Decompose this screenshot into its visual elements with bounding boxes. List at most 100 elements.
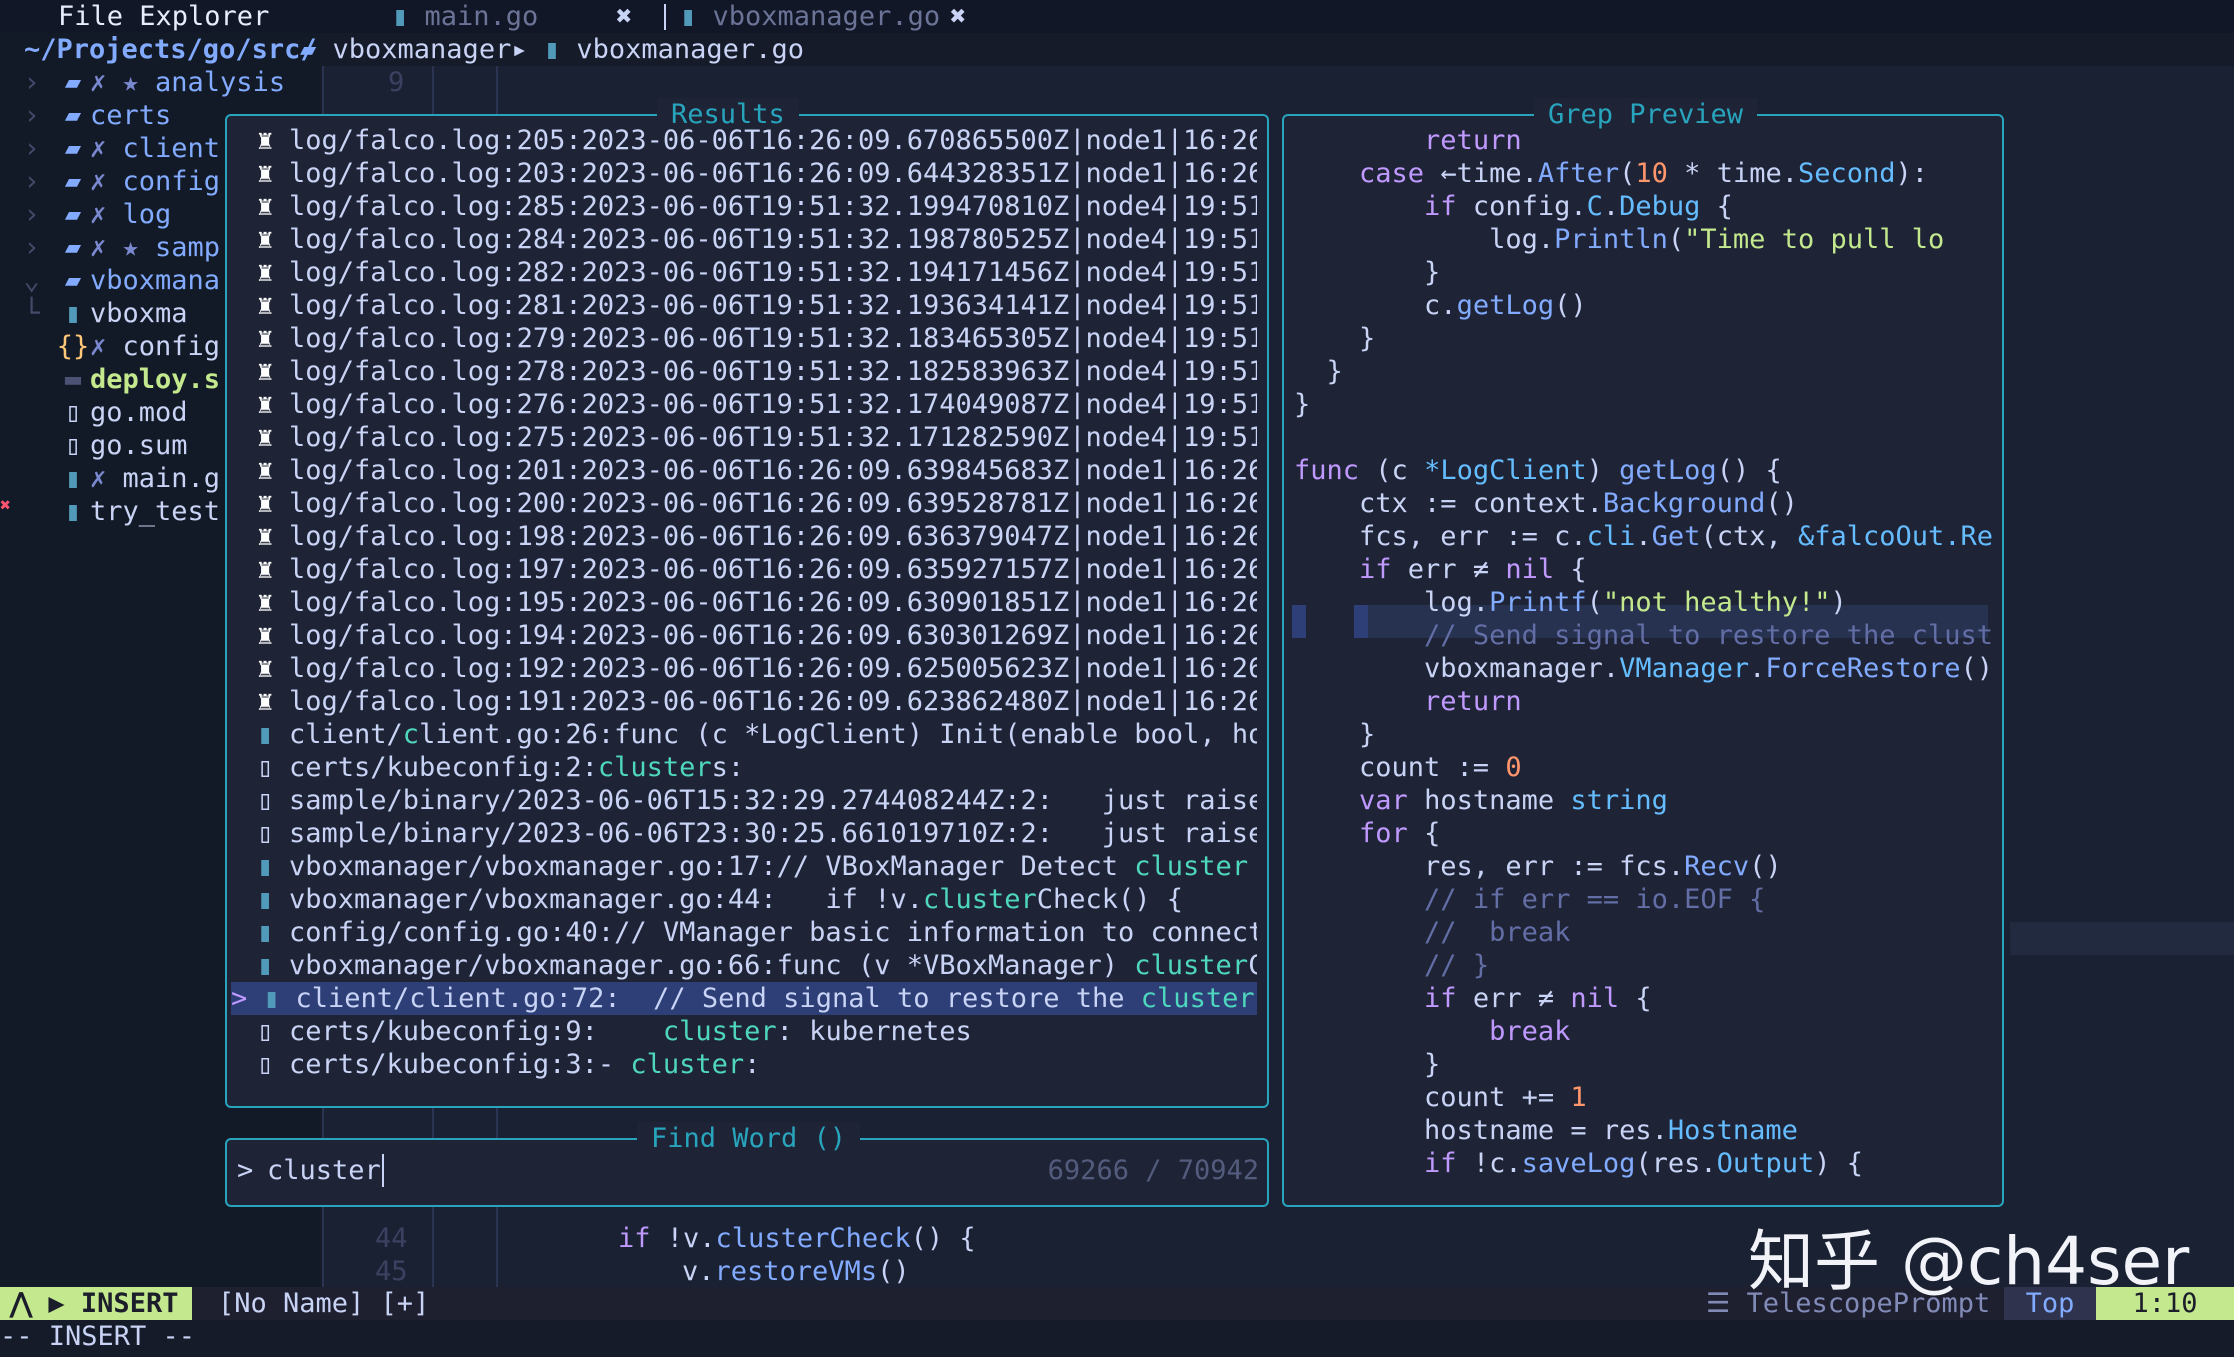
- result-text: log/falco.log:194:2023-06-06T16:26:09.63…: [289, 620, 1257, 651]
- code-token: {: [1700, 191, 1733, 222]
- result-row[interactable]: ♜ log/falco.log:203:2023-06-06T16:26:09.6…: [257, 157, 1257, 190]
- chevron-icon: ›: [23, 133, 56, 164]
- result-text: log/falco.log:201:2023-06-06T16:26:09.63…: [289, 455, 1257, 486]
- code-token: Recv: [1684, 851, 1750, 882]
- tree-item[interactable]: {}✗ config: [0, 330, 220, 363]
- result-row[interactable]: ▯ certs/kubeconfig:9: cluster: kubernetes: [257, 1015, 1257, 1048]
- code-token: (): [1749, 851, 1782, 882]
- result-match: cluster: [1134, 950, 1249, 981]
- tree-item[interactable]: ▯ go.mod: [0, 396, 188, 429]
- result-row[interactable]: ▮ client/client.go:26:func (c *LogClient)…: [257, 718, 1257, 751]
- git-status-mark: ✗ ★: [90, 232, 156, 263]
- result-row[interactable]: ♜ log/falco.log:198:2023-06-06T16:26:09.6…: [257, 520, 1257, 553]
- tree-item[interactable]: › ▰ certs: [0, 99, 171, 132]
- result-row[interactable]: ♜ log/falco.log:191:2023-06-06T16:26:09.6…: [257, 685, 1257, 718]
- result-row[interactable]: ▮ vboxmanager/vboxmanager.go:44: if !v.cl…: [257, 883, 1257, 916]
- preview-code-line: case ←time.After(10 * time.Second):: [1294, 157, 1994, 190]
- breadcrumb-folder[interactable]: vboxmanager: [333, 34, 512, 65]
- result-row[interactable]: ♜ log/falco.log:200:2023-06-06T16:26:09.6…: [257, 487, 1257, 520]
- tree-item[interactable]: ▯ go.sum: [0, 429, 188, 462]
- log-icon: ♜: [257, 554, 274, 585]
- tree-item-label: config: [122, 331, 221, 362]
- tree-item[interactable]: └ ▮ vboxma: [0, 297, 187, 330]
- preview-code-line: vboxmanager.VManager.ForceRestore(): [1294, 652, 1994, 685]
- result-row[interactable]: ▮ vboxmanager/vboxmanager.go:17:// VBoxMa…: [257, 850, 1257, 883]
- result-row[interactable]: ▮ config/config.go:40:// VManager basic i…: [257, 916, 1257, 949]
- tree-item[interactable]: › ▰ ✗ config: [0, 165, 220, 198]
- chevron-icon: ›: [23, 232, 56, 263]
- folder-icon: ▰: [64, 199, 82, 230]
- tree-item[interactable]: › ▰ ✗ log: [0, 198, 171, 231]
- code-token: Background: [1602, 488, 1766, 519]
- result-row[interactable]: ▯ certs/kubeconfig:3:- cluster:: [257, 1048, 1257, 1081]
- code-token: nil: [1505, 554, 1555, 585]
- file-icon: ▯: [64, 430, 82, 461]
- code-token: cli: [1586, 521, 1636, 552]
- search-input[interactable]: cluster: [267, 1154, 384, 1187]
- file-icon: ▯: [64, 397, 82, 428]
- code-token: Printf: [1489, 587, 1587, 618]
- result-row[interactable]: > ▮ client/client.go:72: // Send signal t…: [231, 982, 1257, 1015]
- result-text: C: [1248, 950, 1257, 981]
- result-row[interactable]: ♜ log/falco.log:195:2023-06-06T16:26:09.6…: [257, 586, 1257, 619]
- result-row[interactable]: ♜ log/falco.log:197:2023-06-06T16:26:09.6…: [257, 553, 1257, 586]
- result-row[interactable]: ▮ vboxmanager/vboxmanager.go:66:func (v *…: [257, 949, 1257, 982]
- result-row[interactable]: ♜ log/falco.log:275:2023-06-06T19:51:32.1…: [257, 421, 1257, 454]
- result-text: sample/binary/2023-06-06T15:32:29.274408…: [289, 785, 1257, 816]
- tab-vboxmanager-go[interactable]: ▮ vboxmanager.go: [680, 0, 940, 33]
- code-token: !v.: [650, 1223, 716, 1254]
- preview-code-line: var hostname string: [1294, 784, 1994, 817]
- tree-item[interactable]: ▮ ✗ main.g: [0, 462, 220, 495]
- result-row[interactable]: ▯ sample/binary/2023-06-06T15:32:29.27440…: [257, 784, 1257, 817]
- result-text: client/client.go:72: // Send signal to r…: [295, 983, 1141, 1014]
- tree-item[interactable]: ▮ try_test: [0, 495, 220, 528]
- result-text: config/config.go:40:// VManager basic in…: [289, 917, 1257, 948]
- preview-code-line: // Send signal to restore the cluste: [1294, 619, 1994, 652]
- chevron-icon: [0, 429, 56, 462]
- log-icon: ♜: [257, 323, 274, 354]
- chevron-icon: [0, 462, 56, 495]
- tab-close-button[interactable]: ✖: [616, 0, 632, 33]
- result-row[interactable]: ♜ log/falco.log:281:2023-06-06T19:51:32.1…: [257, 289, 1257, 322]
- breadcrumb-separator: ▸: [511, 34, 528, 65]
- preview-code-line: }: [1294, 1048, 1994, 1081]
- tree-item[interactable]: › ▰ ✗ client: [0, 132, 220, 165]
- code-token: (): [1554, 290, 1587, 321]
- result-text: log/falco.log:197:2023-06-06T16:26:09.63…: [289, 554, 1257, 585]
- code-token: }: [1294, 323, 1376, 354]
- result-row[interactable]: ♜ log/falco.log:276:2023-06-06T19:51:32.1…: [257, 388, 1257, 421]
- result-row[interactable]: ♜ log/falco.log:194:2023-06-06T16:26:09.6…: [257, 619, 1257, 652]
- tree-item[interactable]: › ▰ ✗ ★ analysis: [0, 66, 285, 99]
- code-token: return: [1424, 686, 1522, 717]
- result-row[interactable]: ♜ log/falco.log:278:2023-06-06T19:51:32.1…: [257, 355, 1257, 388]
- grep-preview-panel[interactable]: Grep Preview return case ←time.After(10 …: [1282, 98, 2004, 1207]
- result-row[interactable]: ▯ certs/kubeconfig:2:clusters:: [257, 751, 1257, 784]
- tree-item[interactable]: › ▰ ✗ ★ samp: [0, 231, 220, 264]
- code-token: }: [1294, 389, 1311, 420]
- result-row[interactable]: ♜ log/falco.log:201:2023-06-06T16:26:09.6…: [257, 454, 1257, 487]
- result-row[interactable]: ▯ sample/binary/2023-06-06T23:30:25.66101…: [257, 817, 1257, 850]
- command-line: -- INSERT --: [0, 1320, 2234, 1357]
- preview-code-line: fcs, err := c.cli.Get(ctx, &falcoOut.Req: [1294, 520, 1994, 553]
- code-token: Get: [1651, 521, 1701, 552]
- result-row[interactable]: ♜ log/falco.log:205:2023-06-06T16:26:09.6…: [257, 124, 1257, 157]
- result-row[interactable]: ♜ log/falco.log:279:2023-06-06T19:51:32.1…: [257, 322, 1257, 355]
- line-number: 44: [375, 1223, 408, 1254]
- folder-icon: ▰: [64, 100, 82, 131]
- results-panel[interactable]: Results ♜ log/falco.log:205:2023-06-06T16…: [225, 98, 1269, 1108]
- tab-main-go[interactable]: ▮ main.go: [392, 0, 538, 33]
- result-row[interactable]: ♜ log/falco.log:285:2023-06-06T19:51:32.1…: [257, 190, 1257, 223]
- code-token: if: [618, 1223, 651, 1254]
- breadcrumb-file[interactable]: vboxmanager.go: [576, 34, 804, 65]
- result-row[interactable]: ♜ log/falco.log:282:2023-06-06T19:51:32.1…: [257, 256, 1257, 289]
- tree-item[interactable]: ▬ deploy.s: [0, 363, 220, 396]
- tab-close-button[interactable]: ✖: [950, 0, 966, 33]
- tree-item[interactable]: ⌄ ▰ vboxmana: [0, 264, 220, 297]
- result-row[interactable]: ♜ log/falco.log:284:2023-06-06T19:51:32.1…: [257, 223, 1257, 256]
- code-token: getLog: [1619, 455, 1717, 486]
- result-row[interactable]: ♜ log/falco.log:192:2023-06-06T16:26:09.6…: [257, 652, 1257, 685]
- result-text: lient.go:26:func (c *LogClient) Init(ena…: [419, 719, 1257, 750]
